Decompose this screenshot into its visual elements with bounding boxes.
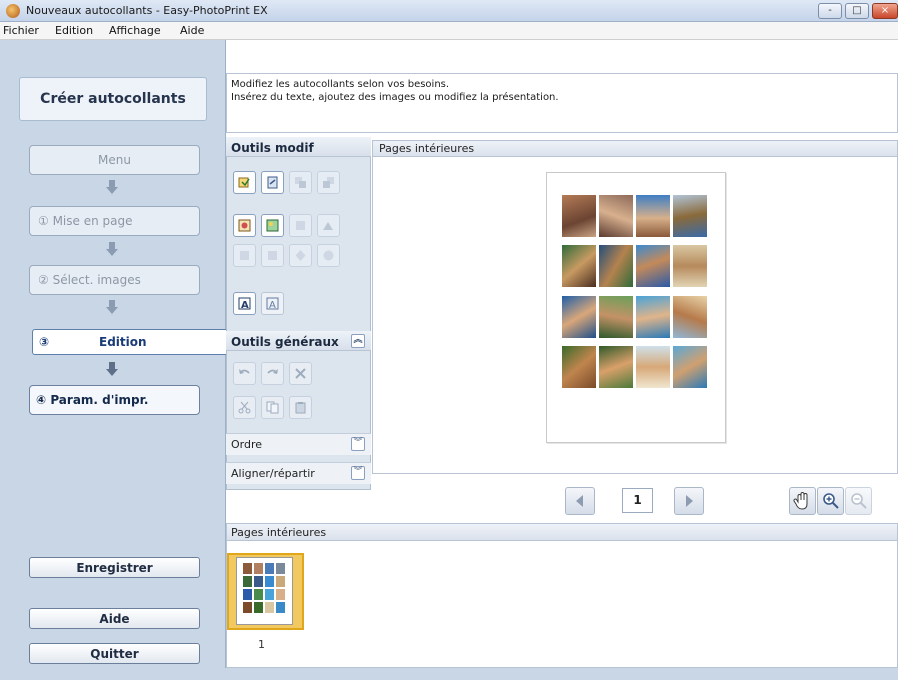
cut-icon[interactable] xyxy=(233,396,256,419)
order-label: Ordre xyxy=(231,438,263,451)
sticker-photo[interactable] xyxy=(599,195,633,237)
arrow-down-icon xyxy=(106,300,118,314)
menu-affichage[interactable]: Affichage xyxy=(109,24,161,37)
general-tools-label: Outils généraux xyxy=(231,335,339,349)
close-button[interactable]: × xyxy=(872,3,898,19)
page-number: 1 xyxy=(622,488,653,513)
instructions-line-2: Insérez du texte, ajoutez des images ou … xyxy=(231,92,559,103)
sticker-photo[interactable] xyxy=(673,346,707,388)
sidebar-header: Créer autocollants xyxy=(19,77,207,121)
minimize-button[interactable]: - xyxy=(818,3,842,19)
sticker-photo[interactable] xyxy=(562,245,596,287)
step-menu-label: Menu xyxy=(98,153,131,167)
thumbnails-title: Pages intérieures xyxy=(226,523,898,541)
thumbnails-area xyxy=(226,541,898,668)
sticker-photo[interactable] xyxy=(673,195,707,237)
save-button[interactable]: Enregistrer xyxy=(29,557,200,578)
redo-icon[interactable] xyxy=(261,362,284,385)
step-edition[interactable]: ③ Edition xyxy=(32,329,226,355)
window-title: Nouveaux autocollants - Easy-PhotoPrint … xyxy=(26,4,268,17)
crop-image-icon[interactable] xyxy=(289,214,312,237)
menu-edition[interactable]: Edition xyxy=(55,24,93,37)
image-effects-icon[interactable] xyxy=(261,214,284,237)
copy-icon[interactable] xyxy=(261,396,284,419)
sticker-photo[interactable] xyxy=(599,296,633,338)
step-select-images-label: ② Sélect. images xyxy=(38,273,141,287)
maximize-button[interactable]: □ xyxy=(845,3,869,19)
edit-tools-title: Outils modif xyxy=(226,137,371,157)
expand-down-icon[interactable]: ︾ xyxy=(351,437,365,451)
help-button[interactable]: Aide xyxy=(29,608,200,629)
svg-text:A: A xyxy=(269,300,276,310)
collapse-up-icon[interactable]: ︽ xyxy=(351,334,365,348)
expand-down-icon[interactable]: ︾ xyxy=(351,466,365,480)
step-print-settings-label: ④ Param. d'impr. xyxy=(36,393,149,407)
step-menu[interactable]: Menu xyxy=(29,145,200,175)
align-label: Aligner/répartir xyxy=(231,467,315,480)
triangle-right-icon xyxy=(686,495,693,507)
sticker-photo[interactable] xyxy=(562,346,596,388)
instructions-line-1: Modifiez les autocollants selon vos beso… xyxy=(231,79,450,90)
sticker-photo[interactable] xyxy=(562,296,596,338)
sticker-photo[interactable] xyxy=(599,245,633,287)
sticker-photo[interactable] xyxy=(599,346,633,388)
sticker-photo[interactable] xyxy=(636,346,670,388)
step-edition-number: ③ xyxy=(39,335,50,349)
next-page-button[interactable] xyxy=(674,487,704,515)
sticker-photo[interactable] xyxy=(636,245,670,287)
sticker-photo[interactable] xyxy=(636,195,670,237)
zoom-out-icon xyxy=(851,493,867,509)
arrow-down-icon xyxy=(106,242,118,256)
rotate-right-icon[interactable] xyxy=(261,244,284,267)
arrow-down-icon xyxy=(106,180,118,194)
sticker-photo[interactable] xyxy=(636,296,670,338)
rotate-left-icon[interactable] xyxy=(233,244,256,267)
sidebar xyxy=(0,40,226,680)
app-icon xyxy=(6,4,20,18)
delete-icon[interactable] xyxy=(289,362,312,385)
status-strip xyxy=(0,668,898,680)
svg-text:A: A xyxy=(241,300,249,310)
step-select-images[interactable]: ② Sélect. images xyxy=(29,265,200,295)
paste-icon[interactable] xyxy=(289,396,312,419)
preview-title: Pages intérieures xyxy=(372,140,898,157)
step-layout-label: ① Mise en page xyxy=(38,214,133,228)
hand-icon xyxy=(793,492,808,510)
correct-image-icon[interactable] xyxy=(317,214,340,237)
hand-tool-button[interactable] xyxy=(789,487,816,515)
quit-button[interactable]: Quitter xyxy=(29,643,200,664)
sticker-photo[interactable] xyxy=(673,245,707,287)
triangle-left-icon xyxy=(576,495,583,507)
front-image-icon[interactable] xyxy=(289,171,312,194)
color-icon[interactable] xyxy=(317,244,340,267)
instructions-box: Modifiez les autocollants selon vos beso… xyxy=(226,73,898,133)
zoom-in-icon xyxy=(823,493,839,509)
sticker-photo[interactable] xyxy=(673,296,707,338)
undo-icon[interactable] xyxy=(233,362,256,385)
menu-fichier[interactable]: Fichier xyxy=(3,24,39,37)
text-box-icon[interactable]: A xyxy=(261,292,284,315)
menu-aide[interactable]: Aide xyxy=(180,24,204,37)
back-image-icon[interactable] xyxy=(317,171,340,194)
flip-icon[interactable] xyxy=(289,244,312,267)
step-layout[interactable]: ① Mise en page xyxy=(29,206,200,236)
page-thumbnail-preview xyxy=(236,557,293,625)
add-text-icon[interactable]: A xyxy=(233,292,256,315)
zoom-in-button[interactable] xyxy=(817,487,844,515)
sticker-photo[interactable] xyxy=(562,195,596,237)
zoom-out-button[interactable] xyxy=(845,487,872,515)
image-frame-icon[interactable] xyxy=(233,214,256,237)
step-print-settings[interactable]: ④ Param. d'impr. xyxy=(29,385,200,415)
thumbnail-label: 1 xyxy=(258,638,265,651)
arrow-down-icon xyxy=(106,362,118,376)
order-section[interactable]: Ordre ︾ xyxy=(226,433,371,455)
add-image-icon[interactable] xyxy=(233,171,256,194)
previous-page-button[interactable] xyxy=(565,487,595,515)
general-tools-title: Outils généraux ︽ xyxy=(226,331,371,351)
replace-image-icon[interactable] xyxy=(261,171,284,194)
align-section[interactable]: Aligner/répartir ︾ xyxy=(226,462,371,484)
step-edition-label: Edition xyxy=(99,335,147,349)
